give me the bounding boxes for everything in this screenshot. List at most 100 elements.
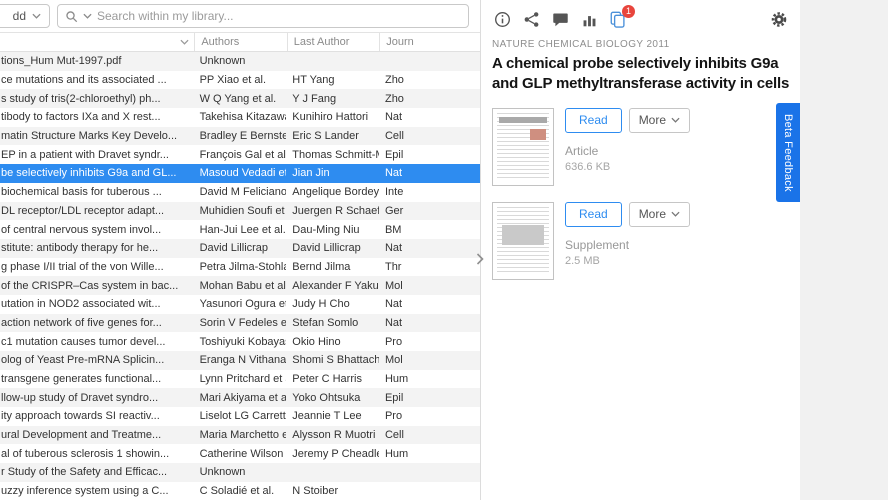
cell-authors: Lynn Pritchard et al. <box>199 373 287 386</box>
cell-last-author: Judy H Cho <box>292 298 350 311</box>
search-input[interactable] <box>97 9 461 23</box>
cell-journal: Ger <box>384 204 404 217</box>
notification-badge: 1 <box>622 4 635 18</box>
supplement-thumbnail[interactable] <box>492 201 554 280</box>
cell-last-author: Thomas Schmitt-Mec... <box>292 148 379 161</box>
column-header-title[interactable] <box>0 33 194 51</box>
table-header: Authors Last Author Journ <box>0 33 480 52</box>
table-row[interactable]: DL receptor/LDL receptor adapt... Muhidi… <box>0 201 480 221</box>
cell-journal: Epil <box>384 391 404 404</box>
cell-journal: Mol <box>384 354 403 367</box>
file-size-label: 2.5 MB <box>565 254 600 267</box>
add-dropdown[interactable]: dd <box>0 4 50 28</box>
share-icon[interactable] <box>522 11 540 29</box>
table-row[interactable]: c1 mutation causes tumor devel... Toshiy… <box>0 332 480 351</box>
cell-last-author: Jeremy P Cheadle <box>292 447 379 460</box>
table-row[interactable]: be selectively inhibits G9a and GL... Ma… <box>0 164 480 183</box>
cell-last-author: Okio Hino <box>292 335 341 348</box>
cell-last-author: David Lillicrap <box>292 242 361 255</box>
cell-authors: PP Xiao et al. <box>199 74 267 87</box>
table-row[interactable]: biochemical basis for tuberous ... David… <box>0 182 480 202</box>
table-row[interactable]: r Study of the Safety and Efficac... Unk… <box>0 463 480 482</box>
cell-journal: Zho <box>384 74 404 87</box>
cell-journal: Nat <box>384 242 403 255</box>
column-header-authors[interactable]: Authors <box>194 33 286 51</box>
cell-journal: Nat <box>384 111 403 124</box>
add-dropdown-label: dd <box>12 9 26 23</box>
table-row[interactable]: transgene generates functional... Lynn P… <box>0 369 480 389</box>
table-row[interactable]: g phase I/II trial of the von Wille... P… <box>0 257 480 277</box>
article-thumbnail[interactable] <box>492 107 554 186</box>
cell-last-author: Peter C Harris <box>292 373 362 386</box>
cell-last-author <box>286 463 379 482</box>
info-icon[interactable] <box>493 11 511 29</box>
cell-last-author: Yoko Ohtsuka <box>292 391 361 404</box>
cell-title: r Study of the Safety and Efficac... <box>1 466 168 479</box>
table-row[interactable]: al of tuberous sclerosis 1 showin... Cat… <box>0 444 480 464</box>
cell-title: tions_Hum Mut-1997.pdf <box>1 55 122 68</box>
file-item-article: Read More Article 636.6 KB <box>481 104 800 198</box>
table-row[interactable]: of the CRISPR–Cas system in bac... Mohan… <box>0 276 480 295</box>
table-row[interactable]: EP in a patient with Dravet syndr... Fra… <box>0 145 480 165</box>
table-row[interactable]: matin Structure Marks Key Develo... Brad… <box>0 126 480 146</box>
library-toolbar: dd <box>0 0 480 33</box>
table-row[interactable]: llow-up study of Dravet syndro... Mari A… <box>0 388 480 408</box>
cell-authors: Maria Marchetto et al. <box>199 429 287 442</box>
collapse-panel-icon[interactable] <box>473 248 487 270</box>
chevron-down-icon <box>32 13 41 19</box>
table-row[interactable]: ural Development and Treatme... Maria Ma… <box>0 425 480 445</box>
table-row[interactable]: action network of five genes for... Sori… <box>0 313 480 333</box>
cell-title: g phase I/II trial of the von Wille... <box>1 260 164 273</box>
cell-journal: BM <box>384 223 402 236</box>
table-row[interactable]: ity approach towards SI reactiv... Lisel… <box>0 407 480 426</box>
cell-last-author: Dau-Ming Niu <box>292 223 360 236</box>
table-row[interactable]: tions_Hum Mut-1997.pdf Unknown <box>0 52 480 71</box>
cell-title: EP in a patient with Dravet syndr... <box>1 148 169 161</box>
cell-title: DL receptor/LDL receptor adapt... <box>1 204 165 217</box>
cell-last-author: Y J Fang <box>292 92 337 105</box>
cell-title: of the CRISPR–Cas system in bac... <box>1 279 179 292</box>
table-row[interactable]: of central nervous system invol... Han-J… <box>0 220 480 239</box>
table-row[interactable]: utation in NOD2 associated wit... Yasuno… <box>0 294 480 314</box>
cell-authors: Masoud Vedadi et al. <box>199 167 287 180</box>
beta-feedback-tab[interactable]: Beta Feedback <box>776 103 800 202</box>
library-pane: dd Authors Last Author Journ tions_Hum M… <box>0 0 480 500</box>
cell-journal: Nat <box>384 298 403 311</box>
cell-authors: David Lillicrap <box>199 242 269 255</box>
cell-title: biochemical basis for tuberous ... <box>1 186 162 199</box>
file-size-label: 636.6 KB <box>565 160 611 173</box>
column-header-last-author[interactable]: Last Author <box>286 33 379 51</box>
cell-title: llow-up study of Dravet syndro... <box>1 391 159 404</box>
settings-gear-icon[interactable] <box>770 11 788 29</box>
paper-title: A chemical probe selectively inhibits G9… <box>492 55 790 92</box>
read-button[interactable]: Read <box>565 107 622 133</box>
table-row[interactable]: uzzy inference system using a C... C Sol… <box>0 481 480 500</box>
table-row[interactable]: ce mutations and its associated ... PP X… <box>0 70 480 90</box>
cell-title: matin Structure Marks Key Develo... <box>1 130 178 143</box>
cell-authors: Bradley E Bernstein et ... <box>199 130 287 143</box>
table-row[interactable]: s study of tris(2-chloroethyl) ph... W Q… <box>0 89 480 109</box>
read-button[interactable]: Read <box>565 201 622 227</box>
more-button[interactable]: More <box>628 201 691 227</box>
search-scope-chevron-icon[interactable] <box>83 13 92 19</box>
cell-journal <box>379 463 480 482</box>
column-header-journal[interactable]: Journ <box>379 33 480 51</box>
table-row[interactable]: stitute: antibody therapy for he... Davi… <box>0 238 480 258</box>
table-row[interactable]: olog of Yeast Pre-mRNA Splicin... Eranga… <box>0 351 480 370</box>
cell-authors: Sorin V Fedeles et al. <box>199 316 287 329</box>
cell-last-author: Jian Jin <box>292 167 330 180</box>
metrics-icon[interactable] <box>580 11 598 29</box>
cell-journal: Hum <box>384 373 409 386</box>
table-row[interactable]: tibody to factors IXa and X rest... Take… <box>0 108 480 127</box>
cell-authors: Eranga N Vithana et al. <box>199 354 287 367</box>
cell-journal: Mol <box>384 279 403 292</box>
pdf-page-preview <box>497 112 549 181</box>
cell-journal <box>379 482 480 500</box>
detail-toolbar: 1 <box>481 0 800 34</box>
library-sync-icon[interactable]: 1 <box>609 4 635 29</box>
cell-authors: W Q Yang et al. <box>199 92 277 105</box>
comment-icon[interactable] <box>551 11 569 29</box>
cell-journal: Thr <box>384 260 402 273</box>
chevron-down-icon <box>671 117 680 123</box>
more-button[interactable]: More <box>628 107 691 133</box>
